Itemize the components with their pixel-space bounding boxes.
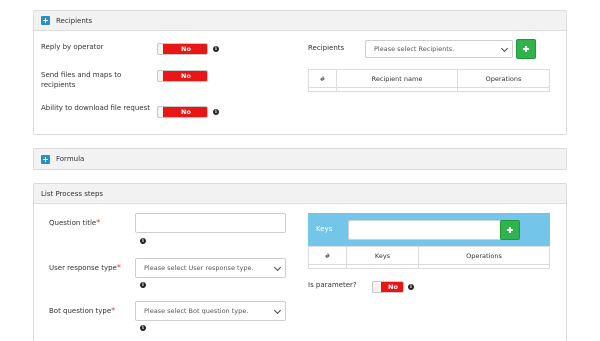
user-response-info-icon: i (140, 282, 146, 288)
bot-question-info-icon: i (140, 325, 146, 331)
is-parameter-info-icon: i (408, 284, 414, 290)
add-key-button[interactable] (500, 220, 520, 240)
required-mark: * (96, 218, 101, 227)
bot-question-type-label-text: Bot question type (49, 307, 112, 315)
user-response-type-label: User response type* (49, 263, 121, 273)
process-steps-panel-header: List Process steps (34, 184, 566, 204)
recipients-col-name: Recipient name (336, 69, 458, 88)
expand-plus-icon[interactable] (41, 16, 50, 25)
keys-empty-cell (346, 264, 419, 269)
recipients-table: # Recipient name Operations (308, 69, 550, 92)
download-request-toggle-value: No (163, 107, 207, 117)
recipients-panel-title: Recipients (56, 16, 93, 25)
download-request-toggle[interactable]: No (157, 106, 208, 118)
recipients-select[interactable]: Please select Recipients. (365, 40, 513, 58)
recipients-panel-header[interactable]: Recipients (34, 11, 566, 31)
is-parameter-label: Is parameter? (308, 281, 357, 289)
bot-question-type-select[interactable]: Please select Bot question type. (135, 301, 286, 321)
formula-panel-title: Formula (56, 155, 85, 163)
download-info-icon: i (213, 109, 219, 115)
keys-table: # Keys Operations (308, 246, 550, 269)
user-response-type-select[interactable]: Please select User response type. (135, 258, 286, 278)
expand-plus-icon[interactable] (41, 154, 50, 164)
formula-panel-header[interactable]: Formula (34, 149, 566, 169)
bot-question-type-placeholder: Please select Bot question type. (144, 307, 249, 315)
question-title-info-icon: i (140, 238, 146, 244)
keys-col-keys: Keys (346, 246, 419, 265)
reply-info-icon: i (213, 46, 219, 52)
recipients-empty-cell (308, 87, 337, 92)
keys-empty-cell (418, 264, 550, 269)
reply-by-operator-toggle-value: No (163, 44, 207, 54)
question-title-input[interactable] (135, 213, 286, 233)
recipients-label: Recipients (308, 44, 345, 52)
send-files-label-line2: recipients (41, 81, 76, 89)
add-recipient-button[interactable] (516, 39, 536, 59)
recipients-empty-cell (336, 87, 458, 92)
keys-col-operations: Operations (418, 246, 550, 265)
question-title-label-text: Question title (49, 219, 97, 227)
process-steps-panel-title: List Process steps (41, 189, 104, 198)
download-request-label: Ability to download file request (41, 104, 150, 112)
required-mark: * (111, 306, 116, 315)
is-parameter-toggle-value: No (381, 282, 403, 292)
send-files-toggle-value: No (163, 71, 207, 81)
keys-label: Keys (316, 225, 333, 233)
reply-by-operator-toggle[interactable]: No (157, 43, 208, 55)
question-title-label: Question title* (49, 218, 100, 228)
keys-input[interactable] (348, 220, 501, 240)
is-parameter-toggle[interactable]: No (372, 281, 404, 293)
user-response-type-label-text: User response type (49, 264, 117, 272)
recipients-col-number: # (308, 69, 337, 88)
reply-by-operator-label: Reply by operator (41, 43, 104, 51)
user-response-type-placeholder: Please select User response type. (144, 264, 254, 272)
keys-col-number: # (308, 246, 347, 265)
recipients-empty-cell (457, 87, 550, 92)
keys-header-bar: Keys (308, 213, 550, 246)
required-mark: * (116, 263, 121, 272)
chevron-down-icon (273, 263, 282, 272)
recipients-col-operations: Operations (457, 69, 550, 88)
send-files-label-line1: Send files and maps to (41, 71, 122, 79)
chevron-down-icon (500, 44, 509, 53)
recipients-select-placeholder: Please select Recipients. (374, 45, 455, 53)
keys-empty-cell (308, 264, 347, 269)
chevron-down-icon (273, 306, 282, 315)
formula-panel: Formula (33, 148, 567, 170)
send-files-toggle[interactable]: No (157, 70, 208, 82)
bot-question-type-label: Bot question type* (49, 306, 115, 316)
